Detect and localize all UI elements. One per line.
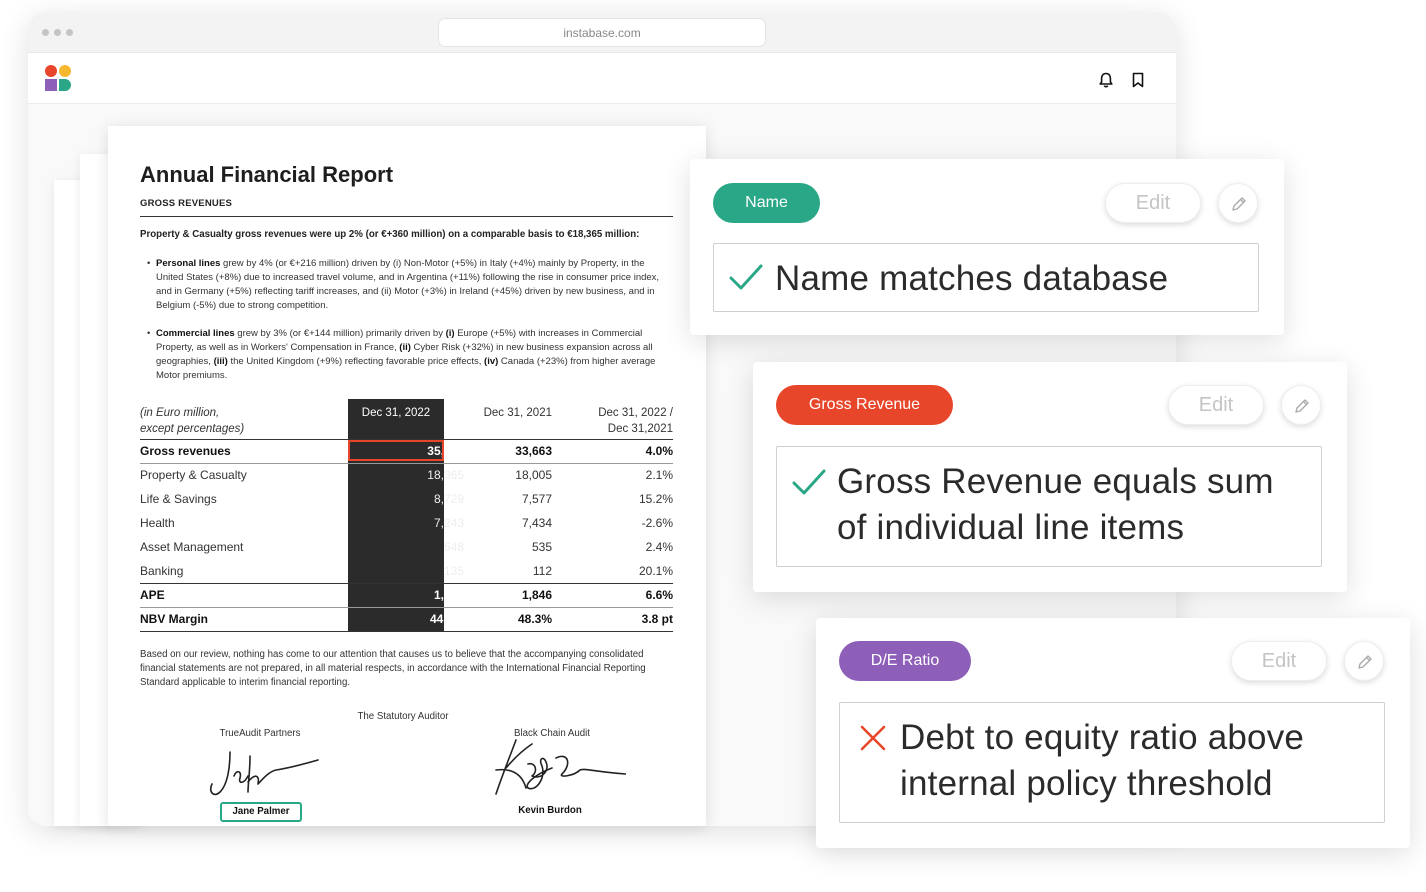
lead-paragraph: Property & Casualty gross revenues were …: [140, 229, 640, 240]
bullet-heading: Commercial lines: [156, 328, 235, 339]
edit-button[interactable]: Edit: [1168, 385, 1264, 425]
table-row: Banking 135 112 20.1%: [140, 564, 673, 578]
browser-toolbar: instabase.com: [28, 12, 1176, 53]
column-header-2021: Dec 31, 2021: [483, 407, 552, 419]
field-tag-de-ratio[interactable]: D/E Ratio: [839, 641, 971, 681]
list-item: • Personal lines grew by 4% (or €+216 mi…: [147, 258, 660, 311]
table-row: Property & Casualty 18,365 18,005 2.1%: [140, 468, 673, 482]
extraction-highlight[interactable]: [348, 440, 444, 461]
validation-message: Name matches database: [775, 259, 1169, 298]
field-tag-name[interactable]: Name: [713, 183, 820, 223]
validation-result: Debt to equity ratio above internal polic…: [839, 702, 1385, 823]
logo-icon: [45, 65, 71, 91]
audit-firm-1: TrueAudit Partners: [219, 728, 301, 739]
column-header-change: Dec 31, 2022 /Dec 31,2021: [598, 407, 673, 435]
validation-card-gross-revenue: Gross Revenue Edit Gross Revenue equals …: [753, 362, 1347, 592]
table-header-label: (in Euro million, except percentages): [140, 407, 245, 435]
column-header-2022: Dec 31, 2022: [361, 407, 431, 419]
table-row: NBV Margin 44.5% 48.3% 3.8 pt: [140, 612, 673, 626]
pencil-button[interactable]: [1281, 385, 1321, 425]
table-row: Life & Savings 8,729 7,577 15.2%: [140, 492, 673, 506]
edit-button[interactable]: Edit: [1105, 183, 1201, 223]
check-icon: [792, 469, 826, 495]
validation-message: Gross Revenue equals sum of individual li…: [837, 462, 1274, 547]
validation-result: Name matches database: [713, 243, 1259, 312]
document-title: Annual Financial Report: [140, 162, 394, 187]
validation-message: Debt to equity ratio above internal polic…: [900, 718, 1305, 803]
bullet-text: grew by 4% (or €+216 million) driven by …: [156, 258, 660, 311]
table-row: Health 7,243 7,434 -2.6%: [140, 516, 673, 530]
address-bar[interactable]: instabase.com: [438, 18, 766, 47]
table-row: Asset Management 548 535 2.4%: [140, 540, 673, 554]
bell-icon[interactable]: [1097, 71, 1115, 89]
bullet-heading: Personal lines: [156, 258, 221, 269]
auditor-heading: The Statutory Auditor: [357, 711, 449, 722]
pencil-icon: [1358, 655, 1372, 669]
validation-card-de-ratio: D/E Ratio Edit Debt to equity ratio abov…: [816, 618, 1410, 848]
validation-result: Gross Revenue equals sum of individual li…: [776, 446, 1322, 567]
review-statement: Based on our review, nothing has come to…: [140, 649, 646, 688]
validation-card-name: Name Edit Name matches database: [690, 159, 1284, 335]
app-header: [28, 53, 1176, 104]
field-tag-gross-revenue[interactable]: Gross Revenue: [776, 385, 953, 425]
signature-image: [495, 739, 626, 795]
window-controls[interactable]: [42, 29, 73, 36]
edit-button[interactable]: Edit: [1231, 641, 1327, 681]
table-rule: [140, 631, 673, 632]
pencil-icon: [1295, 399, 1309, 413]
section-heading: GROSS REVENUES: [140, 198, 233, 209]
bookmark-icon[interactable]: [1129, 71, 1147, 89]
pencil-button[interactable]: [1344, 641, 1384, 681]
signer-name-highlight[interactable]: Jane Palmer: [220, 802, 302, 822]
signer-name: Kevin Burdon: [518, 805, 582, 816]
list-item: • Commercial lines grew by 3% (or €+144 …: [147, 328, 656, 381]
check-icon: [729, 264, 763, 290]
table-row: APE 1,968 1,846 6.6%: [140, 588, 673, 602]
pencil-icon: [1232, 197, 1246, 211]
financial-report-document: Annual Financial Report GROSS REVENUES P…: [108, 126, 706, 826]
divider: [140, 216, 673, 217]
signature-image: [209, 751, 319, 796]
pencil-button[interactable]: [1218, 183, 1258, 223]
x-icon: [860, 725, 886, 751]
